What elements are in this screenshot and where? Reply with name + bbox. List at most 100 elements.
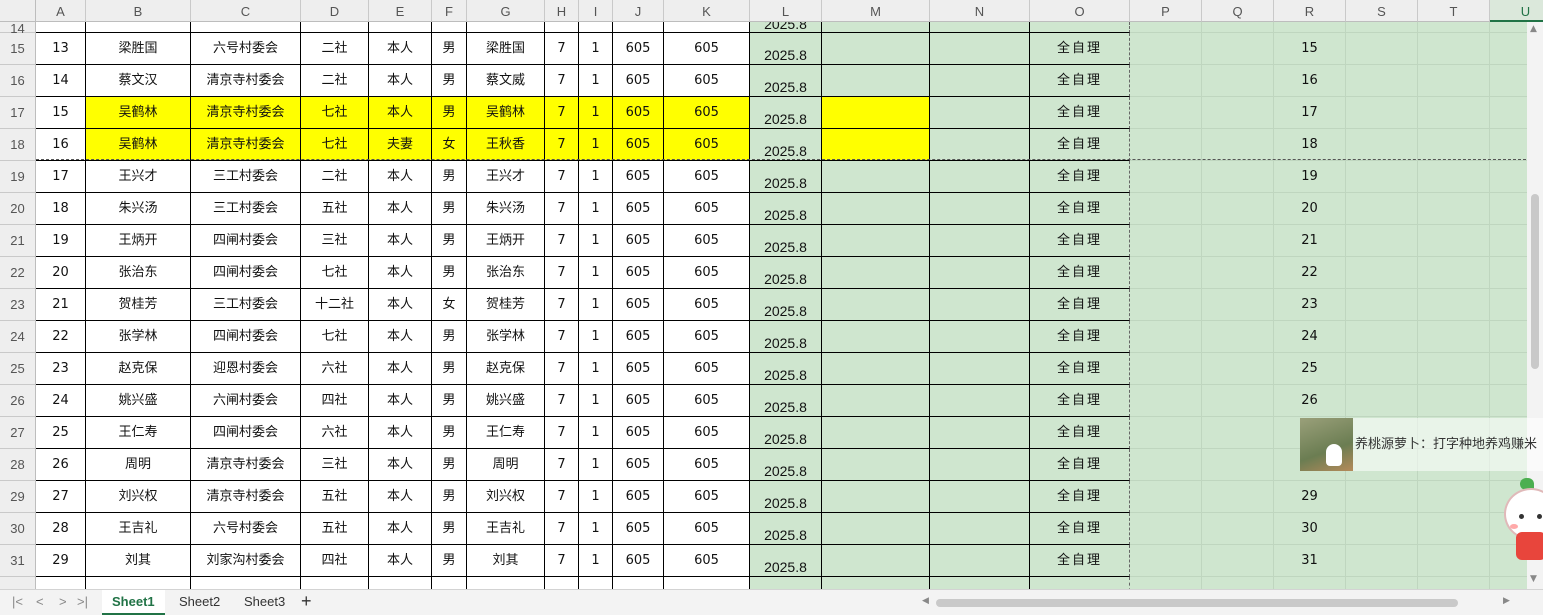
cell-m[interactable] [822,65,930,97]
column-header-i[interactable]: I [579,0,613,22]
cell-g[interactable]: 吴鹤林 [467,97,545,129]
cell-o[interactable]: 全自理 [1030,417,1130,449]
cell-d[interactable]: 六社 [301,353,369,385]
cell-s[interactable] [1346,513,1418,545]
cell-n[interactable] [930,481,1030,513]
cell-r[interactable]: 31 [1274,545,1346,577]
cell-s[interactable] [1346,22,1418,33]
cell-m[interactable] [822,481,930,513]
cell-c[interactable]: 清京寺村委会 [191,65,301,97]
row-header[interactable]: 27 [0,417,36,449]
column-header-t[interactable]: T [1418,0,1490,22]
cell-k[interactable]: 605 [664,225,750,257]
cell-a[interactable]: 27 [36,481,86,513]
cell-b[interactable]: 周明 [86,449,191,481]
cell-d[interactable] [301,22,369,33]
cell-c[interactable]: 三工村委会 [191,161,301,193]
cell-b[interactable]: 梁胜国 [86,33,191,65]
cell-k[interactable]: 605 [664,385,750,417]
cell-m[interactable] [822,577,930,589]
next-sheet-nav-icon[interactable]: > [59,594,67,609]
cell-b[interactable]: 王兴才 [86,161,191,193]
cell-b[interactable]: 张学林 [86,321,191,353]
column-header-e[interactable]: E [369,0,432,22]
cell-f[interactable]: 男 [432,33,467,65]
cell-i[interactable]: 1 [579,129,613,161]
radish-mascot-icon[interactable] [1500,478,1543,564]
cell-d[interactable]: 五社 [301,513,369,545]
cell-q[interactable] [1202,353,1274,385]
cell-e[interactable]: 本人 [369,193,432,225]
cell-s[interactable] [1346,225,1418,257]
cell-k[interactable]: 605 [664,193,750,225]
cell-c[interactable] [191,577,301,589]
column-header-o[interactable]: O [1030,0,1130,22]
cell-g[interactable]: 赵克保 [467,353,545,385]
cell-f[interactable]: 男 [432,449,467,481]
cell-f[interactable]: 男 [432,545,467,577]
cell-b[interactable]: 吴鹤林 [86,129,191,161]
cell-j[interactable]: 605 [613,353,664,385]
cell-n[interactable] [930,545,1030,577]
cell-f[interactable]: 男 [432,481,467,513]
cell-d[interactable]: 五社 [301,193,369,225]
cell-r[interactable]: 19 [1274,161,1346,193]
cell-q[interactable] [1202,289,1274,321]
cell-r[interactable]: 18 [1274,129,1346,161]
cell-d[interactable]: 七社 [301,129,369,161]
cell-k[interactable]: 605 [664,449,750,481]
cell-p[interactable] [1130,353,1202,385]
cell-d[interactable]: 三社 [301,449,369,481]
cell-r[interactable] [1274,22,1346,33]
cell-c[interactable]: 六号村委会 [191,513,301,545]
cell-t[interactable] [1418,193,1490,225]
cell-p[interactable] [1130,65,1202,97]
cell-a[interactable] [36,577,86,589]
cell-l[interactable]: 2025.8 [750,353,822,385]
cell-i[interactable]: 1 [579,257,613,289]
ad-widget[interactable]: 养桃源萝卜：打字种地养鸡赚米 [1300,418,1543,471]
cell-p[interactable] [1130,193,1202,225]
cell-c[interactable]: 六闸村委会 [191,385,301,417]
cell-q[interactable] [1202,385,1274,417]
cell-g[interactable]: 周明 [467,449,545,481]
cell-k[interactable]: 605 [664,33,750,65]
cell-j[interactable] [613,577,664,589]
cell-p[interactable] [1130,161,1202,193]
cell-c[interactable]: 四闸村委会 [191,321,301,353]
cell-o[interactable] [1030,22,1130,33]
cell-b[interactable] [86,577,191,589]
cell-e[interactable] [369,22,432,33]
cell-d[interactable]: 四社 [301,545,369,577]
cell-a[interactable]: 18 [36,193,86,225]
column-header-d[interactable]: D [301,0,369,22]
cell-e[interactable]: 本人 [369,65,432,97]
column-header-b[interactable]: B [86,0,191,22]
cell-j[interactable]: 605 [613,97,664,129]
cell-h[interactable]: 7 [545,449,579,481]
cell-f[interactable]: 男 [432,513,467,545]
cell-c[interactable]: 三工村委会 [191,289,301,321]
cell-h[interactable] [545,22,579,33]
cell-c[interactable]: 四闸村委会 [191,225,301,257]
cell-q[interactable] [1202,225,1274,257]
cell-g[interactable]: 王吉礼 [467,513,545,545]
cell-g[interactable]: 张学林 [467,321,545,353]
cell-b[interactable]: 赵克保 [86,353,191,385]
cell-m[interactable] [822,225,930,257]
cell-k[interactable]: 605 [664,353,750,385]
cell-d[interactable]: 六社 [301,417,369,449]
cell-c[interactable]: 六号村委会 [191,33,301,65]
cell-t[interactable] [1418,161,1490,193]
cell-f[interactable]: 男 [432,97,467,129]
cell-t[interactable] [1418,97,1490,129]
cell-k[interactable]: 605 [664,481,750,513]
cell-l[interactable]: 2025.8 [750,33,822,65]
cell-t[interactable] [1418,289,1490,321]
cell-q[interactable] [1202,545,1274,577]
cell-n[interactable] [930,449,1030,481]
cell-j[interactable]: 605 [613,481,664,513]
column-header-q[interactable]: Q [1202,0,1274,22]
cell-p[interactable] [1130,513,1202,545]
row-header[interactable]: 14 [0,22,36,36]
